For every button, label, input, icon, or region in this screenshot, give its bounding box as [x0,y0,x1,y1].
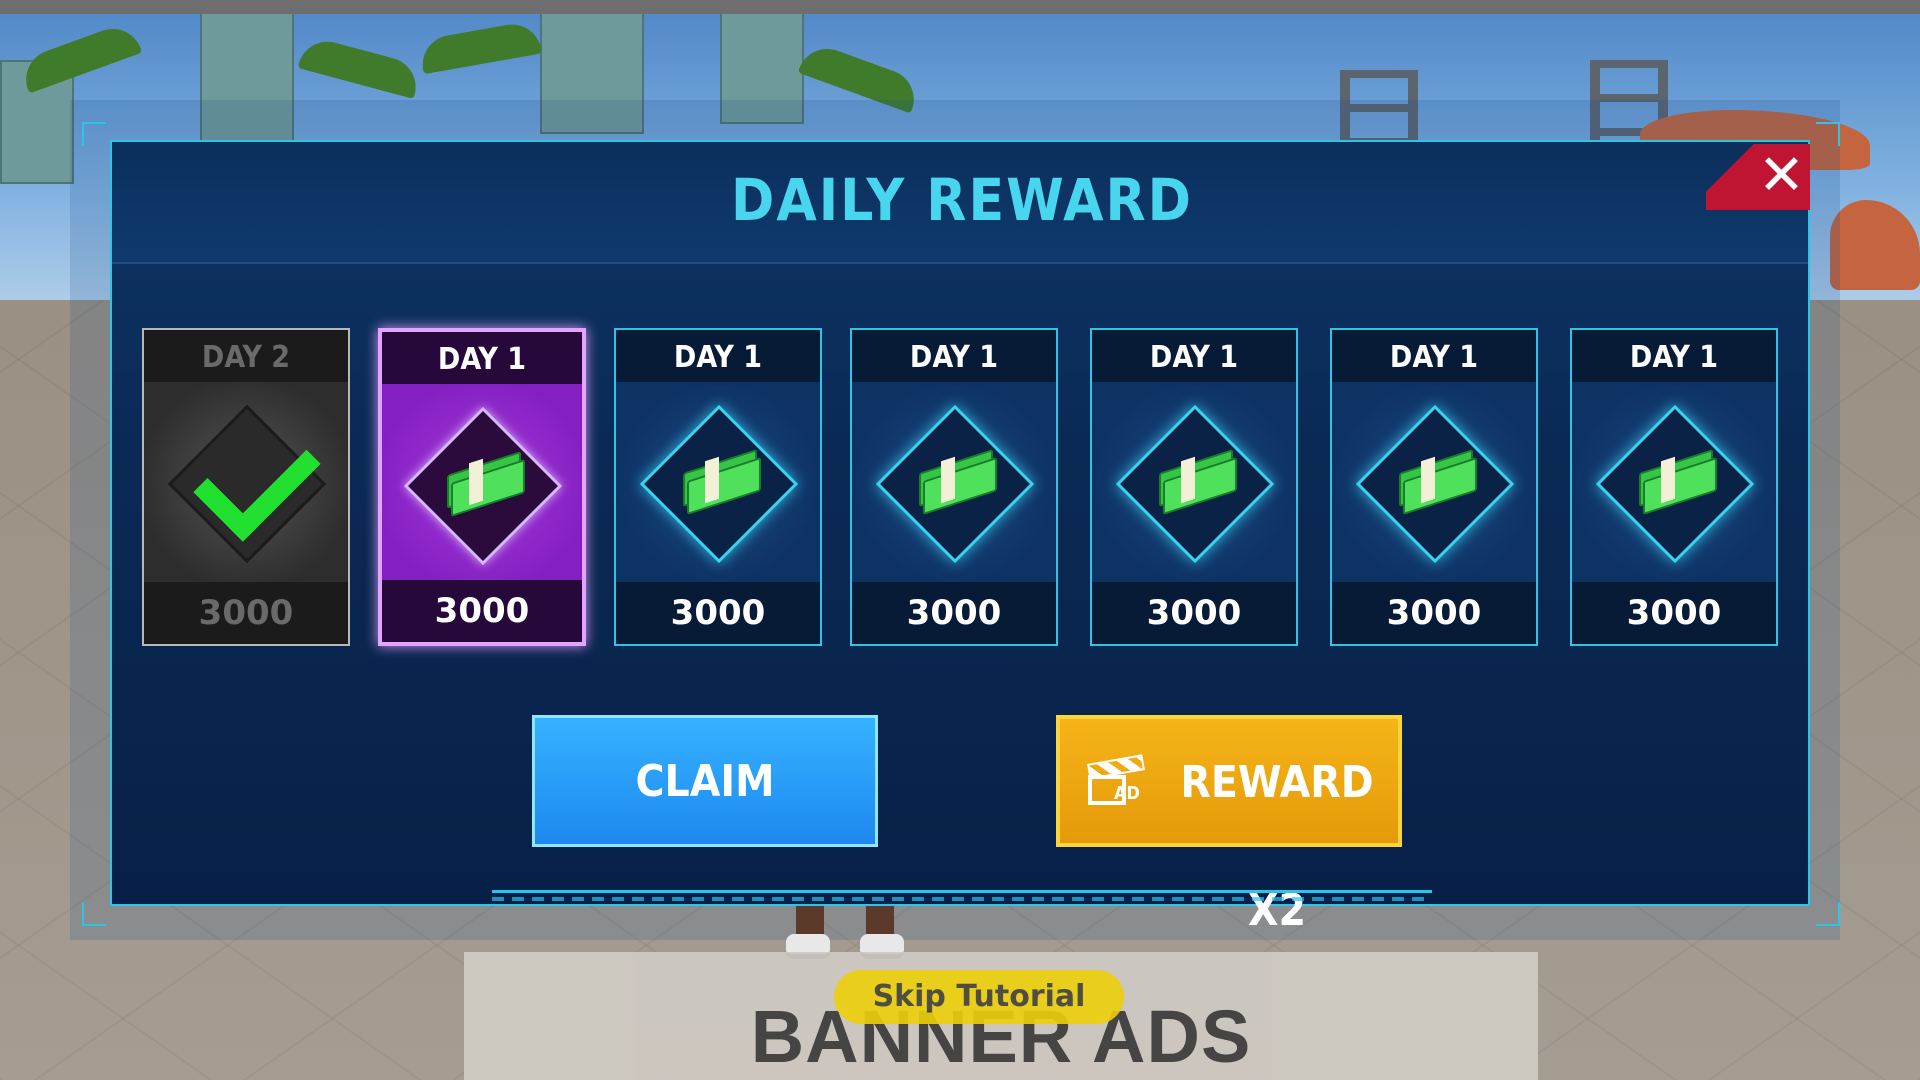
ad-badge: AD [1114,783,1140,804]
cash-stack-icon [1399,448,1477,516]
corner-bracket [1816,902,1840,926]
reward-x2-button[interactable]: AD REWARD X2 [1056,715,1402,936]
day-card[interactable]: DAY 1 3000 [850,328,1058,646]
player-character-legs [786,906,916,959]
cash-stack-icon [919,448,997,516]
reward-icon-area [382,384,582,586]
corner-bracket [82,902,106,926]
banner-ad[interactable]: BANNER ADS Skip Tutorial [464,952,1538,1080]
day-label: DAY 1 [616,330,820,382]
corner-bracket [82,122,106,146]
reward-icon-area [1092,382,1296,584]
reward-icon-area [616,382,820,584]
reward-amount: 3000 [1332,582,1536,644]
reward-icon-area [144,382,348,584]
day-card[interactable]: DAY 1 3000 [614,328,822,646]
cash-stack-icon [1639,448,1717,516]
corner-bracket [1816,122,1840,146]
day-label: DAY 1 [1092,330,1296,382]
video-ad-icon: AD [1086,754,1145,809]
reward-amount: 3000 [1572,582,1776,644]
day-card-claimed[interactable]: DAY 2 3000 [142,328,350,646]
reward-amount: 3000 [616,582,820,644]
skip-tutorial-button[interactable]: Skip Tutorial [834,970,1124,1024]
reward-x2-label: REWARD X2 [1180,757,1374,936]
reward-amount: 3000 [382,580,582,642]
reward-icon-area [1572,382,1776,584]
day-cards: DAY 2 3000 DAY 1 3000 DAY 1 3000 DAY 1 3… [142,328,1782,648]
reward-amount: 3000 [1092,582,1296,644]
reward-icon-area [852,382,1056,584]
reward-amount: 3000 [852,582,1056,644]
day-label: DAY 1 [852,330,1056,382]
claim-button[interactable]: CLAIM [532,715,878,847]
reward-amount: 3000 [144,582,348,644]
cash-stack-icon [683,448,761,516]
day-card[interactable]: DAY 1 3000 [1090,328,1298,646]
reward-icon-area [1332,382,1536,584]
day-card[interactable]: DAY 1 3000 [1570,328,1778,646]
cash-stack-icon [1159,448,1237,516]
daily-reward-panel: DAILY REWARD ✕ DAY 2 3000 DAY 1 3000 DAY… [110,140,1810,936]
day-label: DAY 2 [144,330,348,382]
close-icon: ✕ [1758,143,1805,208]
cash-stack-icon [447,450,525,518]
day-card[interactable]: DAY 1 3000 [1330,328,1538,646]
panel-bottom-decoration [492,890,1432,907]
close-button[interactable]: ✕ [1706,144,1810,210]
day-card-current[interactable]: DAY 1 3000 [378,328,586,646]
top-bar [0,0,1920,14]
day-label: DAY 1 [1572,330,1776,382]
panel-title: DAILY REWARD [731,166,1193,234]
day-label: DAY 1 [382,332,582,384]
day-label: DAY 1 [1332,330,1536,382]
panel-header: DAILY REWARD [112,142,1808,264]
